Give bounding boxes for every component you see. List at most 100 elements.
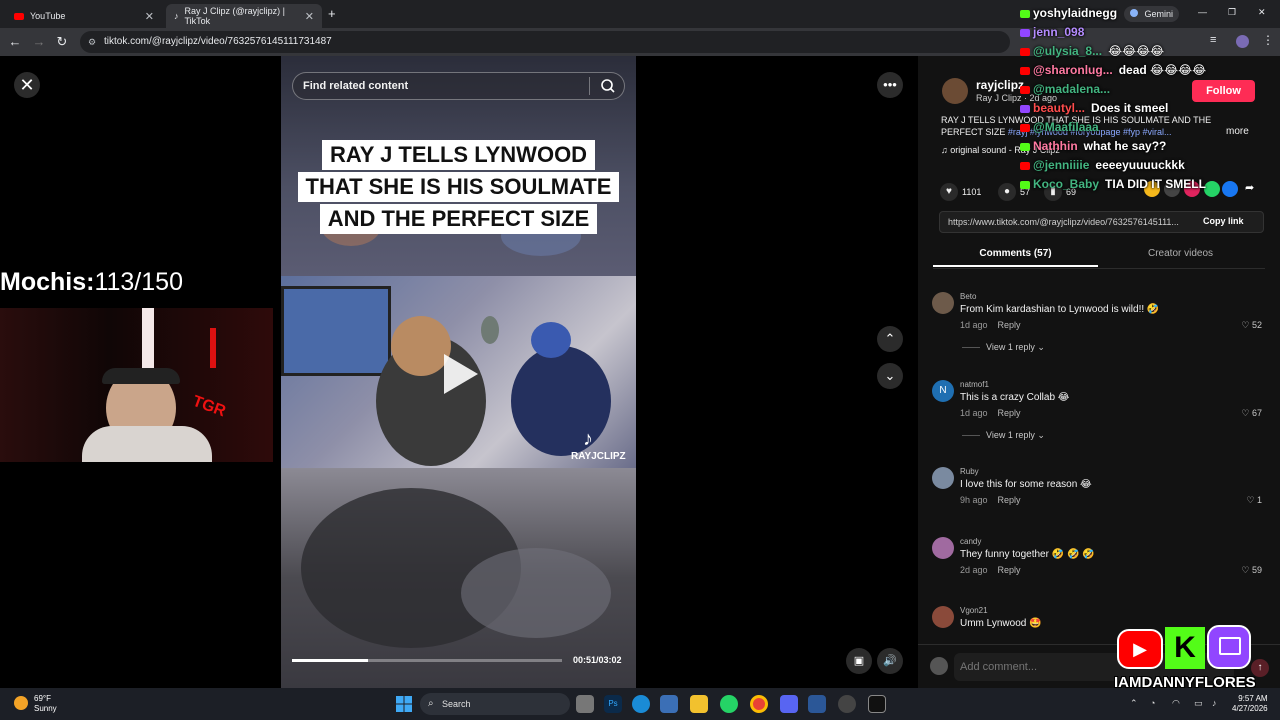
tab-comments[interactable]: Comments (57) xyxy=(933,241,1098,267)
avatar xyxy=(930,657,948,675)
tiktok-app-icon[interactable] xyxy=(868,695,886,713)
volume-icon[interactable]: 🔊 xyxy=(877,648,903,674)
photoshop-icon[interactable]: Ps xyxy=(604,695,622,713)
discord-icon[interactable] xyxy=(780,695,798,713)
whatsapp-app-icon[interactable] xyxy=(720,695,738,713)
search-icon[interactable] xyxy=(600,78,616,94)
reply-button[interactable]: Reply xyxy=(998,320,1021,330)
view-replies-label: View 1 reply xyxy=(986,430,1035,440)
miniplayer-icon[interactable]: ▣ xyxy=(846,648,872,674)
heart-outline-icon: ♡ xyxy=(1241,320,1252,330)
blur-shape xyxy=(461,548,611,638)
find-related-search[interactable]: Find related content xyxy=(292,72,625,100)
new-tab-button[interactable]: + xyxy=(328,6,336,21)
comment-text: They funny together 🤣 🤣 🤣 xyxy=(960,549,1095,560)
network-icon[interactable]: ◔ xyxy=(1150,698,1155,708)
video-player[interactable]: Find related content RAY J TELLS LYNWOOD… xyxy=(281,56,636,688)
comment-username[interactable]: Beto xyxy=(960,292,976,301)
taskbar-clock[interactable]: 9:57 AM 4/27/2026 xyxy=(1232,694,1268,714)
forward-button[interactable]: → xyxy=(30,33,48,51)
comment-time: 1d ago xyxy=(960,320,988,330)
video-caption: RAY J TELLS LYNWOOD THAT SHE IS HIS SOUL… xyxy=(291,140,626,236)
comment-username[interactable]: natmof1 xyxy=(960,380,989,389)
kick-icon xyxy=(1020,142,1030,151)
comment-avatar[interactable] xyxy=(932,606,954,628)
next-video-button[interactable]: ⌄ xyxy=(877,363,903,389)
menu-icon[interactable]: ⋮ xyxy=(1262,33,1274,47)
comment-text: From Kim kardashian to Lynwood is wild!!… xyxy=(960,304,1160,315)
sun-icon[interactable] xyxy=(14,696,28,710)
close-tab-icon[interactable]: ✕ xyxy=(145,10,154,23)
store-icon[interactable] xyxy=(660,695,678,713)
weather-widget[interactable]: 69°F Sunny xyxy=(34,694,57,714)
comment-time: 1d ago xyxy=(960,408,988,418)
previous-video-button[interactable]: ⌃ xyxy=(877,326,903,352)
comment-like[interactable]: ♡ 59 xyxy=(1241,565,1262,576)
author-username[interactable]: rayjclipz xyxy=(976,78,1024,92)
like-stat[interactable]: ♥ 1101 xyxy=(940,183,981,201)
caption-line: AND THE PERFECT SIZE xyxy=(319,204,598,234)
comment-avatar[interactable] xyxy=(932,292,954,314)
wifi-icon[interactable]: ◠ xyxy=(1172,698,1180,709)
edge-icon[interactable] xyxy=(632,695,650,713)
url-bar[interactable]: ⚙ tiktok.com/@rayjclipz/video/7632576145… xyxy=(80,31,1010,53)
close-tab-icon[interactable]: ✕ xyxy=(305,10,314,23)
view-replies-button[interactable]: View 1 reply ⌄ xyxy=(962,430,1045,441)
headset xyxy=(102,368,180,384)
chat-text: what he say?? xyxy=(1083,139,1167,153)
site-info-icon[interactable]: ⚙ xyxy=(88,31,96,53)
chrome-icon[interactable] xyxy=(750,695,768,713)
chat-username: Koco_Baby xyxy=(1033,177,1100,191)
weather-desc: Sunny xyxy=(34,704,57,713)
play-icon[interactable] xyxy=(444,354,478,394)
taskbar-search[interactable]: ⌕ Search xyxy=(420,693,570,715)
kick-icon xyxy=(1020,9,1030,18)
comment-bubble-icon: ● xyxy=(998,183,1016,201)
reply-button[interactable]: Reply xyxy=(998,408,1021,418)
file-explorer-icon[interactable] xyxy=(690,695,708,713)
comment-item: Ruby I love this for some reason 😂 9h ag… xyxy=(932,467,1262,517)
speaker-icon[interactable]: ♪ xyxy=(1212,698,1217,708)
comment-avatar[interactable]: N xyxy=(932,380,954,402)
chat-text: Does it smeel xyxy=(1091,101,1169,115)
windows-start-icon[interactable] xyxy=(396,696,412,712)
comment-username[interactable]: Ruby xyxy=(960,467,979,476)
search-icon: ⌕ xyxy=(428,698,434,709)
tab-youtube[interactable]: YouTube ✕ xyxy=(6,4,162,28)
reload-button[interactable]: ↻ xyxy=(53,33,71,51)
twitch-logo-icon xyxy=(1207,625,1251,669)
stream-chat-overlay: yoshylaidnegg jenn_098 @ulysia_8... 😂😂😂😂 @sh… xyxy=(1020,6,1260,196)
alien-figure xyxy=(481,316,499,344)
comment-username[interactable]: Vgon21 xyxy=(960,606,988,615)
obs-icon[interactable] xyxy=(838,695,856,713)
chat-text: dead 😂😂😂😂 xyxy=(1118,63,1207,77)
copy-link-button[interactable]: Copy link xyxy=(1203,216,1244,226)
tiktok-icon: ♪ xyxy=(174,11,179,21)
back-button[interactable]: ← xyxy=(6,33,24,51)
stream-platform-logos: ▶ K xyxy=(1117,625,1257,671)
comment-like[interactable]: ♡ 52 xyxy=(1241,320,1262,331)
comment-avatar[interactable] xyxy=(932,467,954,489)
youtube-icon xyxy=(1020,161,1030,170)
avatar[interactable] xyxy=(942,78,968,104)
tab-creator-videos[interactable]: Creator videos xyxy=(1098,241,1263,267)
word-icon[interactable] xyxy=(808,695,826,713)
video-progress-bar[interactable] xyxy=(292,659,562,662)
tab-tiktok[interactable]: ♪ Ray J Clipz (@rayjclipz) | TikTok ✕ xyxy=(166,4,322,28)
comment-username[interactable]: candy xyxy=(960,537,981,546)
view-replies-button[interactable]: View 1 reply ⌄ xyxy=(962,342,1045,353)
youtube-icon xyxy=(1020,47,1030,56)
more-options-icon[interactable]: ••• xyxy=(877,72,903,98)
comment-avatar[interactable] xyxy=(932,537,954,559)
comment-like[interactable]: ♡ 67 xyxy=(1241,408,1262,419)
chat-username: @ulysia_8... xyxy=(1033,44,1103,58)
webcam-overlay: TGR xyxy=(0,308,273,462)
reply-button[interactable]: Reply xyxy=(998,495,1021,505)
tray-chevron-icon[interactable]: ⌃ xyxy=(1130,698,1138,709)
comment-like[interactable]: ♡ 1 xyxy=(1246,495,1262,506)
heart-outline-icon: ♡ xyxy=(1241,565,1252,575)
close-icon[interactable]: ✕ xyxy=(14,72,40,98)
battery-icon[interactable]: ▭ xyxy=(1194,698,1203,709)
reply-button[interactable]: Reply xyxy=(998,565,1021,575)
task-view-icon[interactable] xyxy=(576,695,594,713)
